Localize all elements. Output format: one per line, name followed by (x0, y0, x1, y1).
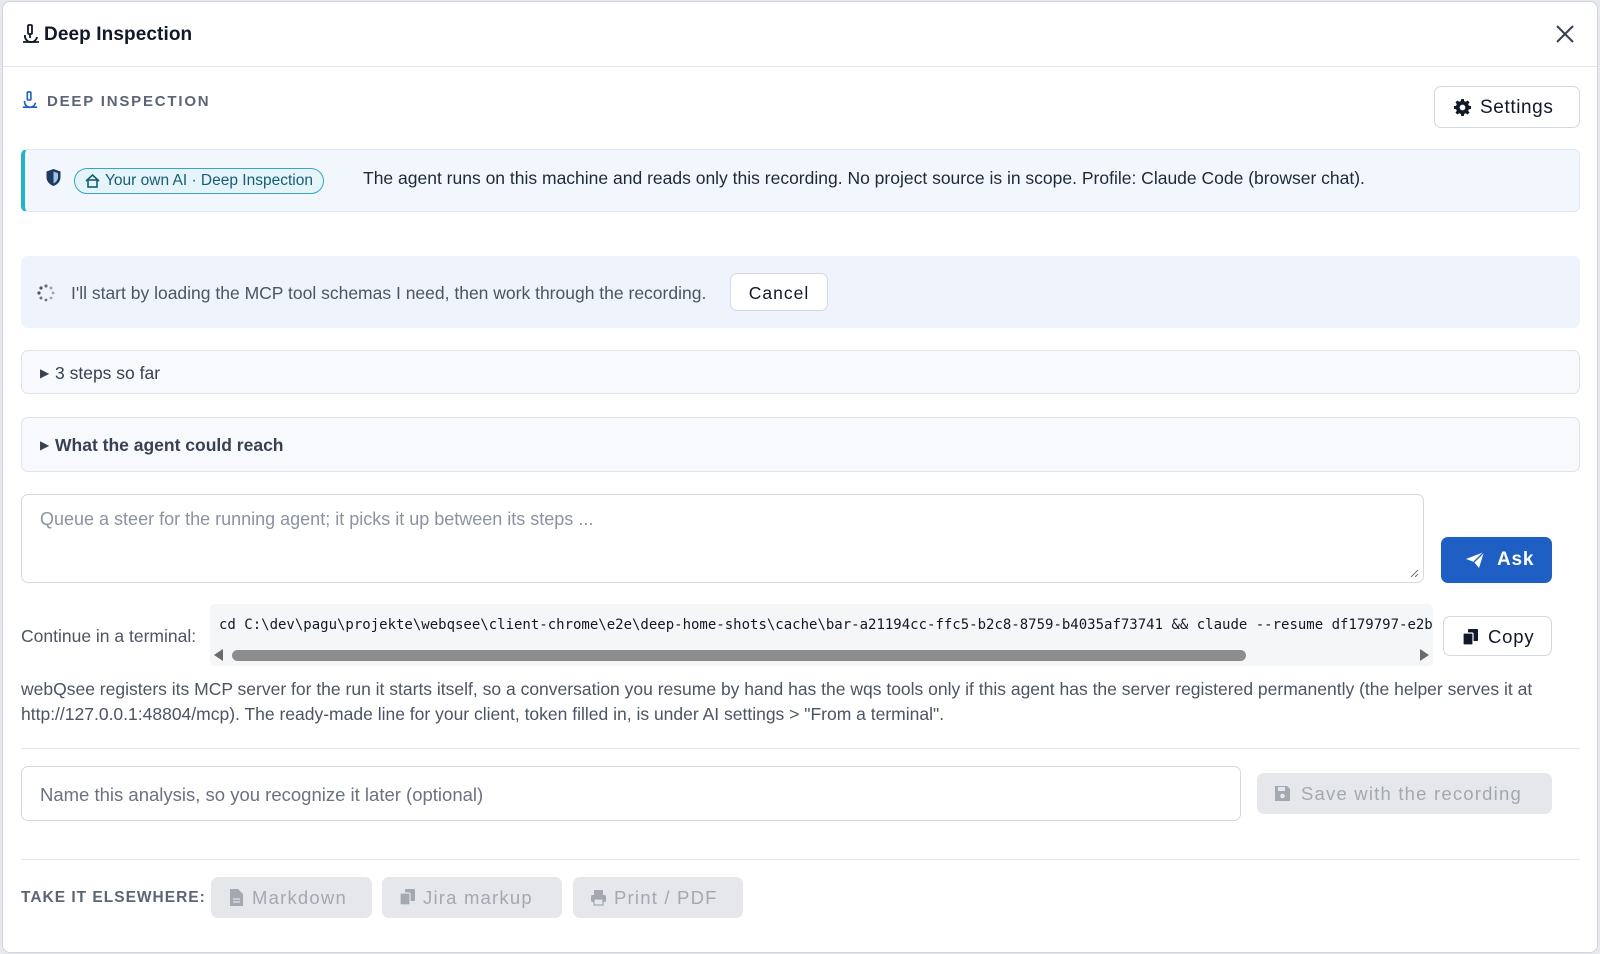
ai-mode-badge-label: Your own AI · Deep Inspection (105, 172, 313, 189)
divider (21, 859, 1580, 860)
cancel-button-label: Cancel (748, 283, 810, 303)
ask-button-label: Ask (1497, 549, 1535, 570)
deep-inspection-dialog: Deep Inspection DEEP INSPECTION Settings (2, 1, 1598, 953)
copy-button-label: Copy (1488, 626, 1535, 647)
markdown-button-label: Markdown (252, 887, 347, 908)
steps-disclosure[interactable]: ▶ 3 steps so far (21, 350, 1580, 394)
ask-button[interactable]: Ask (1441, 537, 1552, 583)
close-icon[interactable] (1553, 22, 1577, 46)
analysis-name-input[interactable]: Name this analysis, so you recognize it … (21, 766, 1241, 821)
scroll-right-arrow-icon[interactable] (1420, 649, 1429, 661)
ai-mode-badge: Your own AI · Deep Inspection (74, 168, 324, 194)
copy-icon (399, 889, 415, 906)
microscope-icon (22, 91, 38, 109)
shield-icon (46, 169, 61, 186)
mcp-note: webQsee registers its MCP server for the… (21, 679, 1533, 724)
steer-textarea[interactable]: Queue a steer for the running agent; it … (21, 494, 1424, 583)
spinner-icon (37, 284, 55, 302)
home-robot-icon (85, 174, 100, 188)
analysis-name-placeholder: Name this analysis, so you recognize it … (40, 784, 484, 805)
print-export-button[interactable]: Print / PDF (573, 877, 743, 918)
divider (21, 748, 1580, 749)
scope-message: The agent runs on this machine and reads… (363, 168, 1365, 188)
save-button-label: Save with the recording (1301, 783, 1522, 804)
gear-icon (1453, 98, 1472, 117)
horizontal-scrollbar[interactable] (210, 646, 1433, 664)
jira-button-label: Jira markup (423, 887, 533, 908)
section-title: DEEP INSPECTION (47, 93, 211, 110)
printer-icon (591, 890, 606, 906)
cancel-button[interactable]: Cancel (730, 273, 828, 311)
copy-button[interactable]: Copy (1443, 616, 1552, 656)
reach-disclosure-label: What the agent could reach (55, 435, 284, 455)
disclosure-triangle-icon: ▶ (40, 438, 50, 452)
jira-export-button[interactable]: Jira markup (382, 877, 562, 918)
save-with-recording-button[interactable]: Save with the recording (1257, 773, 1552, 814)
resize-grip-icon[interactable] (1409, 568, 1419, 578)
microscope-icon (23, 24, 39, 43)
copy-icon (1462, 629, 1478, 646)
scroll-left-arrow-icon[interactable] (214, 649, 223, 661)
dialog-title: Deep Inspection (44, 24, 193, 45)
resume-command[interactable]: cd C:\dev\pagu\projekte\webqsee\client-c… (210, 604, 1433, 666)
paper-plane-icon (1466, 551, 1485, 568)
settings-button-label: Settings (1480, 97, 1554, 118)
agent-status-text: I'll start by loading the MCP tool schem… (71, 283, 707, 303)
print-button-label: Print / PDF (614, 887, 718, 908)
dialog-titlebar: Deep Inspection (3, 2, 1597, 67)
steps-disclosure-label: 3 steps so far (55, 363, 161, 383)
resume-command-text: cd C:\dev\pagu\projekte\webqsee\client-c… (219, 617, 1433, 633)
scrollbar-thumb[interactable] (232, 650, 1246, 661)
scope-banner: Your own AI · Deep Inspection The agent … (21, 149, 1580, 212)
reach-disclosure[interactable]: ▶ What the agent could reach (21, 417, 1580, 472)
steer-placeholder: Queue a steer for the running agent; it … (40, 509, 594, 529)
disclosure-triangle-icon: ▶ (40, 366, 50, 380)
floppy-disk-icon (1275, 786, 1290, 801)
markdown-export-button[interactable]: Markdown (211, 877, 372, 918)
terminal-label: Continue in a terminal: (21, 626, 197, 646)
file-icon (230, 889, 243, 906)
settings-button[interactable]: Settings (1434, 86, 1580, 128)
export-label: TAKE IT ELSEWHERE: (21, 889, 206, 906)
